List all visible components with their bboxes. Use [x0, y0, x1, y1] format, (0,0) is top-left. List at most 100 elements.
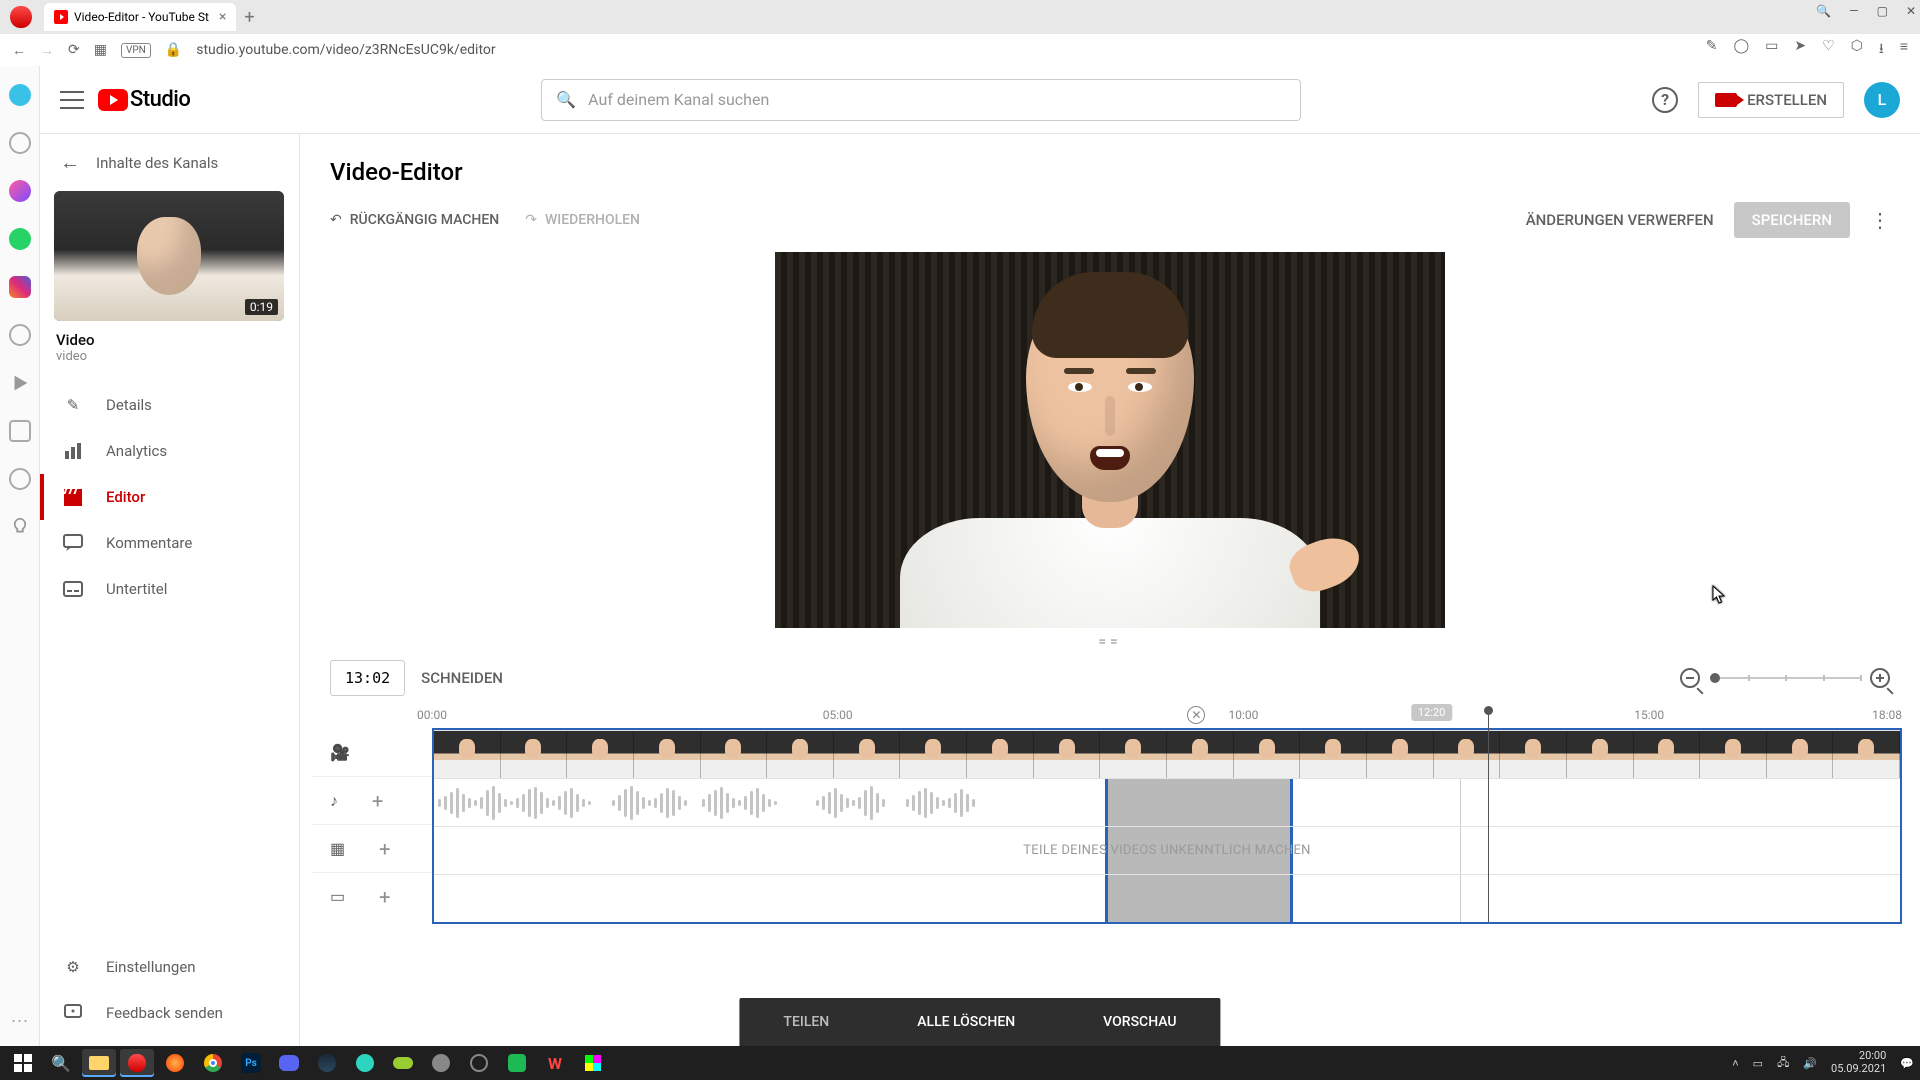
- nav-subtitles[interactable]: Untertitel: [40, 566, 299, 612]
- rail-bulb-icon[interactable]: [9, 516, 31, 538]
- undo-button[interactable]: ↶ RÜCKGÄNGIG MACHEN: [330, 212, 499, 228]
- clear-all-button[interactable]: ALLE LÖSCHEN: [873, 1014, 1059, 1030]
- rail-instagram-icon[interactable]: [9, 276, 31, 298]
- preview-button[interactable]: VORSCHAU: [1059, 1014, 1220, 1030]
- zoom-out-icon[interactable]: [1680, 668, 1700, 688]
- taskbar-app4-icon[interactable]: [462, 1049, 496, 1077]
- redo-label: WIEDERHOLEN: [545, 212, 640, 228]
- taskbar-chrome-icon[interactable]: [196, 1049, 230, 1077]
- taskbar-app2-icon[interactable]: [386, 1049, 420, 1077]
- save-button[interactable]: SPEICHERN: [1734, 202, 1850, 238]
- panel-drag-handle[interactable]: ==: [300, 628, 1920, 656]
- rail-play-icon[interactable]: [9, 372, 31, 394]
- taskbar-app7-icon[interactable]: [576, 1049, 610, 1077]
- help-button[interactable]: ?: [1652, 87, 1678, 113]
- audio-track[interactable]: [434, 778, 1900, 826]
- sidebar-video-thumb[interactable]: 0:19: [54, 191, 284, 321]
- opera-menu-icon[interactable]: [10, 6, 32, 28]
- video-track[interactable]: [434, 730, 1900, 778]
- snapshot-icon[interactable]: ◯: [1733, 38, 1749, 62]
- vpn-badge[interactable]: VPN: [121, 43, 151, 58]
- window-close-icon[interactable]: ✕: [1906, 4, 1916, 18]
- create-button[interactable]: ERSTELLEN: [1698, 82, 1844, 118]
- search-everywhere-icon[interactable]: 🔍: [1816, 4, 1831, 18]
- endscreen-track[interactable]: [434, 874, 1900, 922]
- add-audio-button[interactable]: +: [372, 789, 383, 813]
- taskbar-search-icon[interactable]: 🔍: [44, 1049, 78, 1077]
- nav-settings[interactable]: ⚙ Einstellungen: [40, 944, 299, 990]
- rail-heart2-icon[interactable]: [9, 420, 31, 442]
- easy-setup-icon[interactable]: ≡: [1900, 38, 1908, 62]
- address-bar-actions: ✎ ◯ ▭ ➤ ♡ ⬡ ⭳ ≡: [1706, 38, 1908, 62]
- taskbar-discord-icon[interactable]: [272, 1049, 306, 1077]
- taskbar-firefox-icon[interactable]: [158, 1049, 192, 1077]
- taskbar-app6-icon[interactable]: W: [538, 1049, 572, 1077]
- rail-star-icon[interactable]: [9, 132, 31, 154]
- blur-track[interactable]: TEILE DEINES VIDEOS UNKENNTLICH MACHEN: [434, 826, 1900, 874]
- studio-logo[interactable]: Studio: [98, 87, 190, 112]
- tray-battery-icon[interactable]: ▭: [1753, 1057, 1763, 1070]
- browser-tab[interactable]: Video-Editor - YouTube St ×: [44, 3, 236, 31]
- page-content: Studio 🔍 Auf deinem Kanal suchen ? ERSTE…: [40, 66, 1920, 1046]
- sidebar-back-row[interactable]: ← Inhalte des Kanals: [40, 134, 299, 191]
- nav-analytics[interactable]: Analytics: [40, 428, 299, 474]
- rail-home-icon[interactable]: [9, 84, 31, 106]
- add-endscreen-button[interactable]: +: [379, 885, 390, 909]
- tray-chevron-icon[interactable]: ˄: [1732, 1057, 1738, 1070]
- cube-icon[interactable]: ⬡: [1851, 38, 1863, 62]
- send-icon[interactable]: ➤: [1794, 38, 1806, 62]
- nav-editor[interactable]: Editor: [40, 474, 299, 520]
- add-blur-button[interactable]: +: [379, 837, 390, 861]
- preview-canvas[interactable]: [775, 252, 1445, 628]
- rail-history-icon[interactable]: [9, 468, 31, 490]
- tray-network-icon[interactable]: 🖧: [1777, 1054, 1789, 1073]
- taskbar-app5-icon[interactable]: [500, 1049, 534, 1077]
- taskbar-opera-icon[interactable]: [120, 1049, 154, 1077]
- more-actions-button[interactable]: ⋮: [1870, 208, 1890, 232]
- window-maximize-icon[interactable]: ▢: [1877, 4, 1888, 18]
- tray-volume-icon[interactable]: 🔊: [1803, 1057, 1817, 1070]
- nav-reload-icon[interactable]: ⟳: [68, 42, 80, 58]
- lock-icon[interactable]: 🔒: [165, 42, 182, 58]
- timeline-tracks[interactable]: TEILE DEINES VIDEOS UNKENNTLICH MACHEN: [432, 728, 1902, 924]
- taskbar-app1-icon[interactable]: [348, 1049, 382, 1077]
- heart-icon[interactable]: ♡: [1822, 38, 1835, 62]
- split-button[interactable]: TEILEN: [739, 1014, 873, 1030]
- rail-more-icon[interactable]: ⋯: [11, 1011, 29, 1046]
- timecode-input[interactable]: 13:02: [330, 660, 405, 696]
- tab-close-icon[interactable]: ×: [219, 9, 226, 25]
- taskbar-explorer-icon[interactable]: [82, 1049, 116, 1077]
- pip-icon[interactable]: ▭: [1765, 38, 1778, 62]
- bookmark-edit-icon[interactable]: ✎: [1706, 38, 1718, 62]
- timeline-ruler[interactable]: 00:00 05:00 ✕ 10:00 12:20 15:00 18:08: [432, 704, 1902, 728]
- taskbar-ps-icon[interactable]: Ps: [234, 1049, 268, 1077]
- sidebar-nav: ✎ Details Analytics Editor Kommentare: [40, 370, 299, 612]
- url-text[interactable]: studio.youtube.com/video/z3RNcEsUC9k/edi…: [196, 42, 495, 58]
- account-avatar[interactable]: L: [1864, 82, 1900, 118]
- start-button[interactable]: [6, 1049, 40, 1077]
- remove-cut-icon[interactable]: ✕: [1187, 706, 1205, 724]
- cut-button[interactable]: SCHNEIDEN: [421, 669, 503, 687]
- rail-clock-icon[interactable]: [9, 324, 31, 346]
- tray-clock[interactable]: 20:00 05.09.2021: [1831, 1050, 1886, 1075]
- left-sidebar: ← Inhalte des Kanals 0:19 Video video ✎ …: [40, 134, 300, 1046]
- taskbar-steam-icon[interactable]: [310, 1049, 344, 1077]
- taskbar-app3-icon[interactable]: [424, 1049, 458, 1077]
- zoom-in-icon[interactable]: [1870, 668, 1890, 688]
- speed-dial-icon[interactable]: ▦: [94, 42, 107, 58]
- tray-notifications-icon[interactable]: 💬: [1900, 1057, 1914, 1070]
- rail-whatsapp-icon[interactable]: [9, 228, 31, 250]
- nav-back-icon[interactable]: ←: [12, 42, 26, 59]
- new-tab-button[interactable]: +: [244, 7, 254, 28]
- download-icon[interactable]: ⭳: [1879, 38, 1884, 62]
- discard-button[interactable]: ÄNDERUNGEN VERWERFEN: [1526, 211, 1714, 229]
- search-input[interactable]: 🔍 Auf deinem Kanal suchen: [541, 79, 1301, 121]
- nav-feedback[interactable]: Feedback senden: [40, 990, 299, 1036]
- menu-button[interactable]: [60, 91, 84, 109]
- zoom-slider[interactable]: [1710, 677, 1860, 679]
- nav-details[interactable]: ✎ Details: [40, 382, 299, 428]
- window-minimize-icon[interactable]: —: [1849, 4, 1858, 18]
- playhead[interactable]: [1488, 708, 1489, 922]
- rail-messenger-icon[interactable]: [9, 180, 31, 202]
- nav-comments[interactable]: Kommentare: [40, 520, 299, 566]
